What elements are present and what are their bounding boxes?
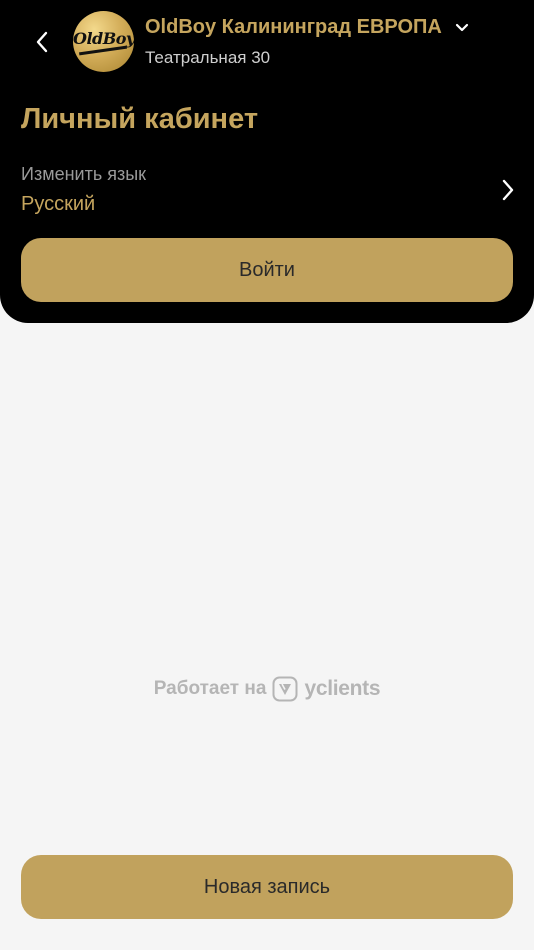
change-language-row[interactable]: Изменить язык Русский (21, 162, 517, 220)
page-title: Личный кабинет (21, 103, 259, 135)
new-booking-button[interactable]: Новая запись (21, 855, 513, 919)
chevron-down-icon (454, 20, 470, 36)
header-panel: OldBoy OldBoy Калининград ЕВРОПА Театрал… (0, 0, 534, 323)
salon-logo: OldBoy (73, 11, 134, 72)
powered-by[interactable]: Работает на yclients (0, 676, 534, 702)
powered-by-text: Работает на (153, 678, 267, 699)
back-button[interactable] (26, 26, 58, 58)
chevron-left-icon (36, 31, 48, 53)
language-value: Русский (21, 193, 96, 215)
yclients-logo-icon (272, 676, 298, 702)
salon-selector[interactable]: OldBoy Калининград ЕВРОПА (145, 16, 470, 39)
chevron-right-icon (499, 178, 517, 202)
login-button[interactable]: Войти (21, 238, 513, 302)
salon-name: OldBoy Калининград ЕВРОПА (145, 16, 442, 38)
yclients-brand-name: yclients (304, 677, 381, 700)
salon-address: Театральная 30 (145, 48, 271, 67)
language-label: Изменить язык (21, 164, 147, 184)
